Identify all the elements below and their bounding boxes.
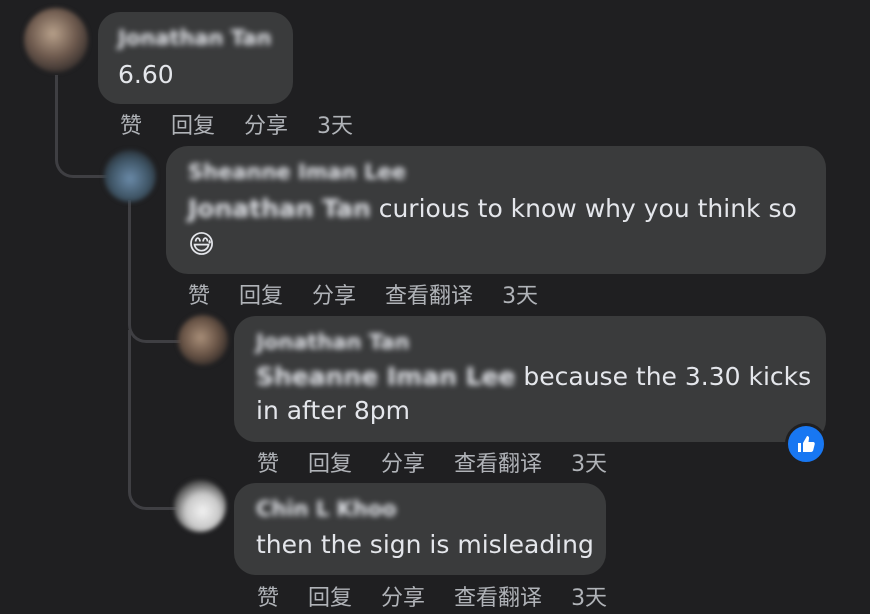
share-action[interactable]: 分享 — [244, 108, 288, 140]
emoji-line: 😅 — [188, 228, 215, 262]
reply-action[interactable]: 回复 — [239, 278, 283, 310]
reaction-badge[interactable] — [785, 423, 827, 465]
comment-author[interactable]: Chin L Khoo — [256, 497, 397, 521]
like-action[interactable]: 赞 — [188, 278, 210, 310]
comment-bubble: Sheanne Iman Lee Jonathan Tan curious to… — [166, 146, 826, 274]
share-action[interactable]: 分享 — [312, 278, 356, 310]
comment-text: 6.60 — [118, 60, 174, 89]
comment-author[interactable]: Sheanne Iman Lee — [188, 160, 406, 184]
thread-connector — [128, 330, 181, 510]
comment-actions: 赞 回复 分享 查看翻译 3天 — [188, 278, 560, 310]
avatar[interactable] — [104, 150, 156, 202]
avatar[interactable] — [174, 480, 226, 532]
see-translation-action[interactable]: 查看翻译 — [385, 278, 473, 310]
comment-actions: 赞 回复 分享 3天 — [120, 108, 375, 140]
share-action[interactable]: 分享 — [381, 446, 425, 478]
comment-text: Jonathan Tan curious to know why you thi… — [188, 194, 797, 223]
comment-actions: 赞 回复 分享 查看翻译 3天 — [257, 446, 629, 478]
timestamp[interactable]: 3天 — [317, 108, 353, 140]
grinning-sweat-emoji-icon: 😅 — [188, 230, 216, 260]
comment-bubble: Jonathan Tan Sheanne Iman Lee because th… — [234, 316, 826, 442]
mention-link[interactable]: Sheanne Iman Lee — [256, 362, 515, 391]
comment-text: then the sign is misleading — [256, 530, 594, 559]
comment-text-line-2: in after 8pm — [256, 396, 410, 425]
comment-bubble: Jonathan Tan 6.60 — [98, 12, 293, 104]
timestamp[interactable]: 3天 — [571, 446, 607, 478]
comment-text: Sheanne Iman Lee because the 3.30 kicks — [256, 362, 812, 391]
thumbs-up-icon — [798, 436, 815, 452]
avatar[interactable] — [178, 315, 228, 365]
see-translation-action[interactable]: 查看翻译 — [454, 446, 542, 478]
see-translation-action[interactable]: 查看翻译 — [454, 580, 542, 612]
comment-author[interactable]: Jonathan Tan — [118, 26, 272, 50]
avatar[interactable] — [24, 8, 88, 72]
mention-link[interactable]: Jonathan Tan — [188, 194, 371, 223]
reply-action[interactable]: 回复 — [308, 580, 352, 612]
like-action[interactable]: 赞 — [120, 108, 142, 140]
reply-action[interactable]: 回复 — [308, 446, 352, 478]
like-action[interactable]: 赞 — [257, 446, 279, 478]
comment-actions: 赞 回复 分享 查看翻译 3天 — [257, 580, 629, 612]
share-action[interactable]: 分享 — [381, 580, 425, 612]
timestamp[interactable]: 3天 — [502, 278, 538, 310]
comment-author[interactable]: Jonathan Tan — [256, 330, 410, 354]
like-action[interactable]: 赞 — [257, 580, 279, 612]
comment-bubble: Chin L Khoo then the sign is misleading — [234, 483, 606, 575]
timestamp[interactable]: 3天 — [571, 580, 607, 612]
reply-action[interactable]: 回复 — [171, 108, 215, 140]
